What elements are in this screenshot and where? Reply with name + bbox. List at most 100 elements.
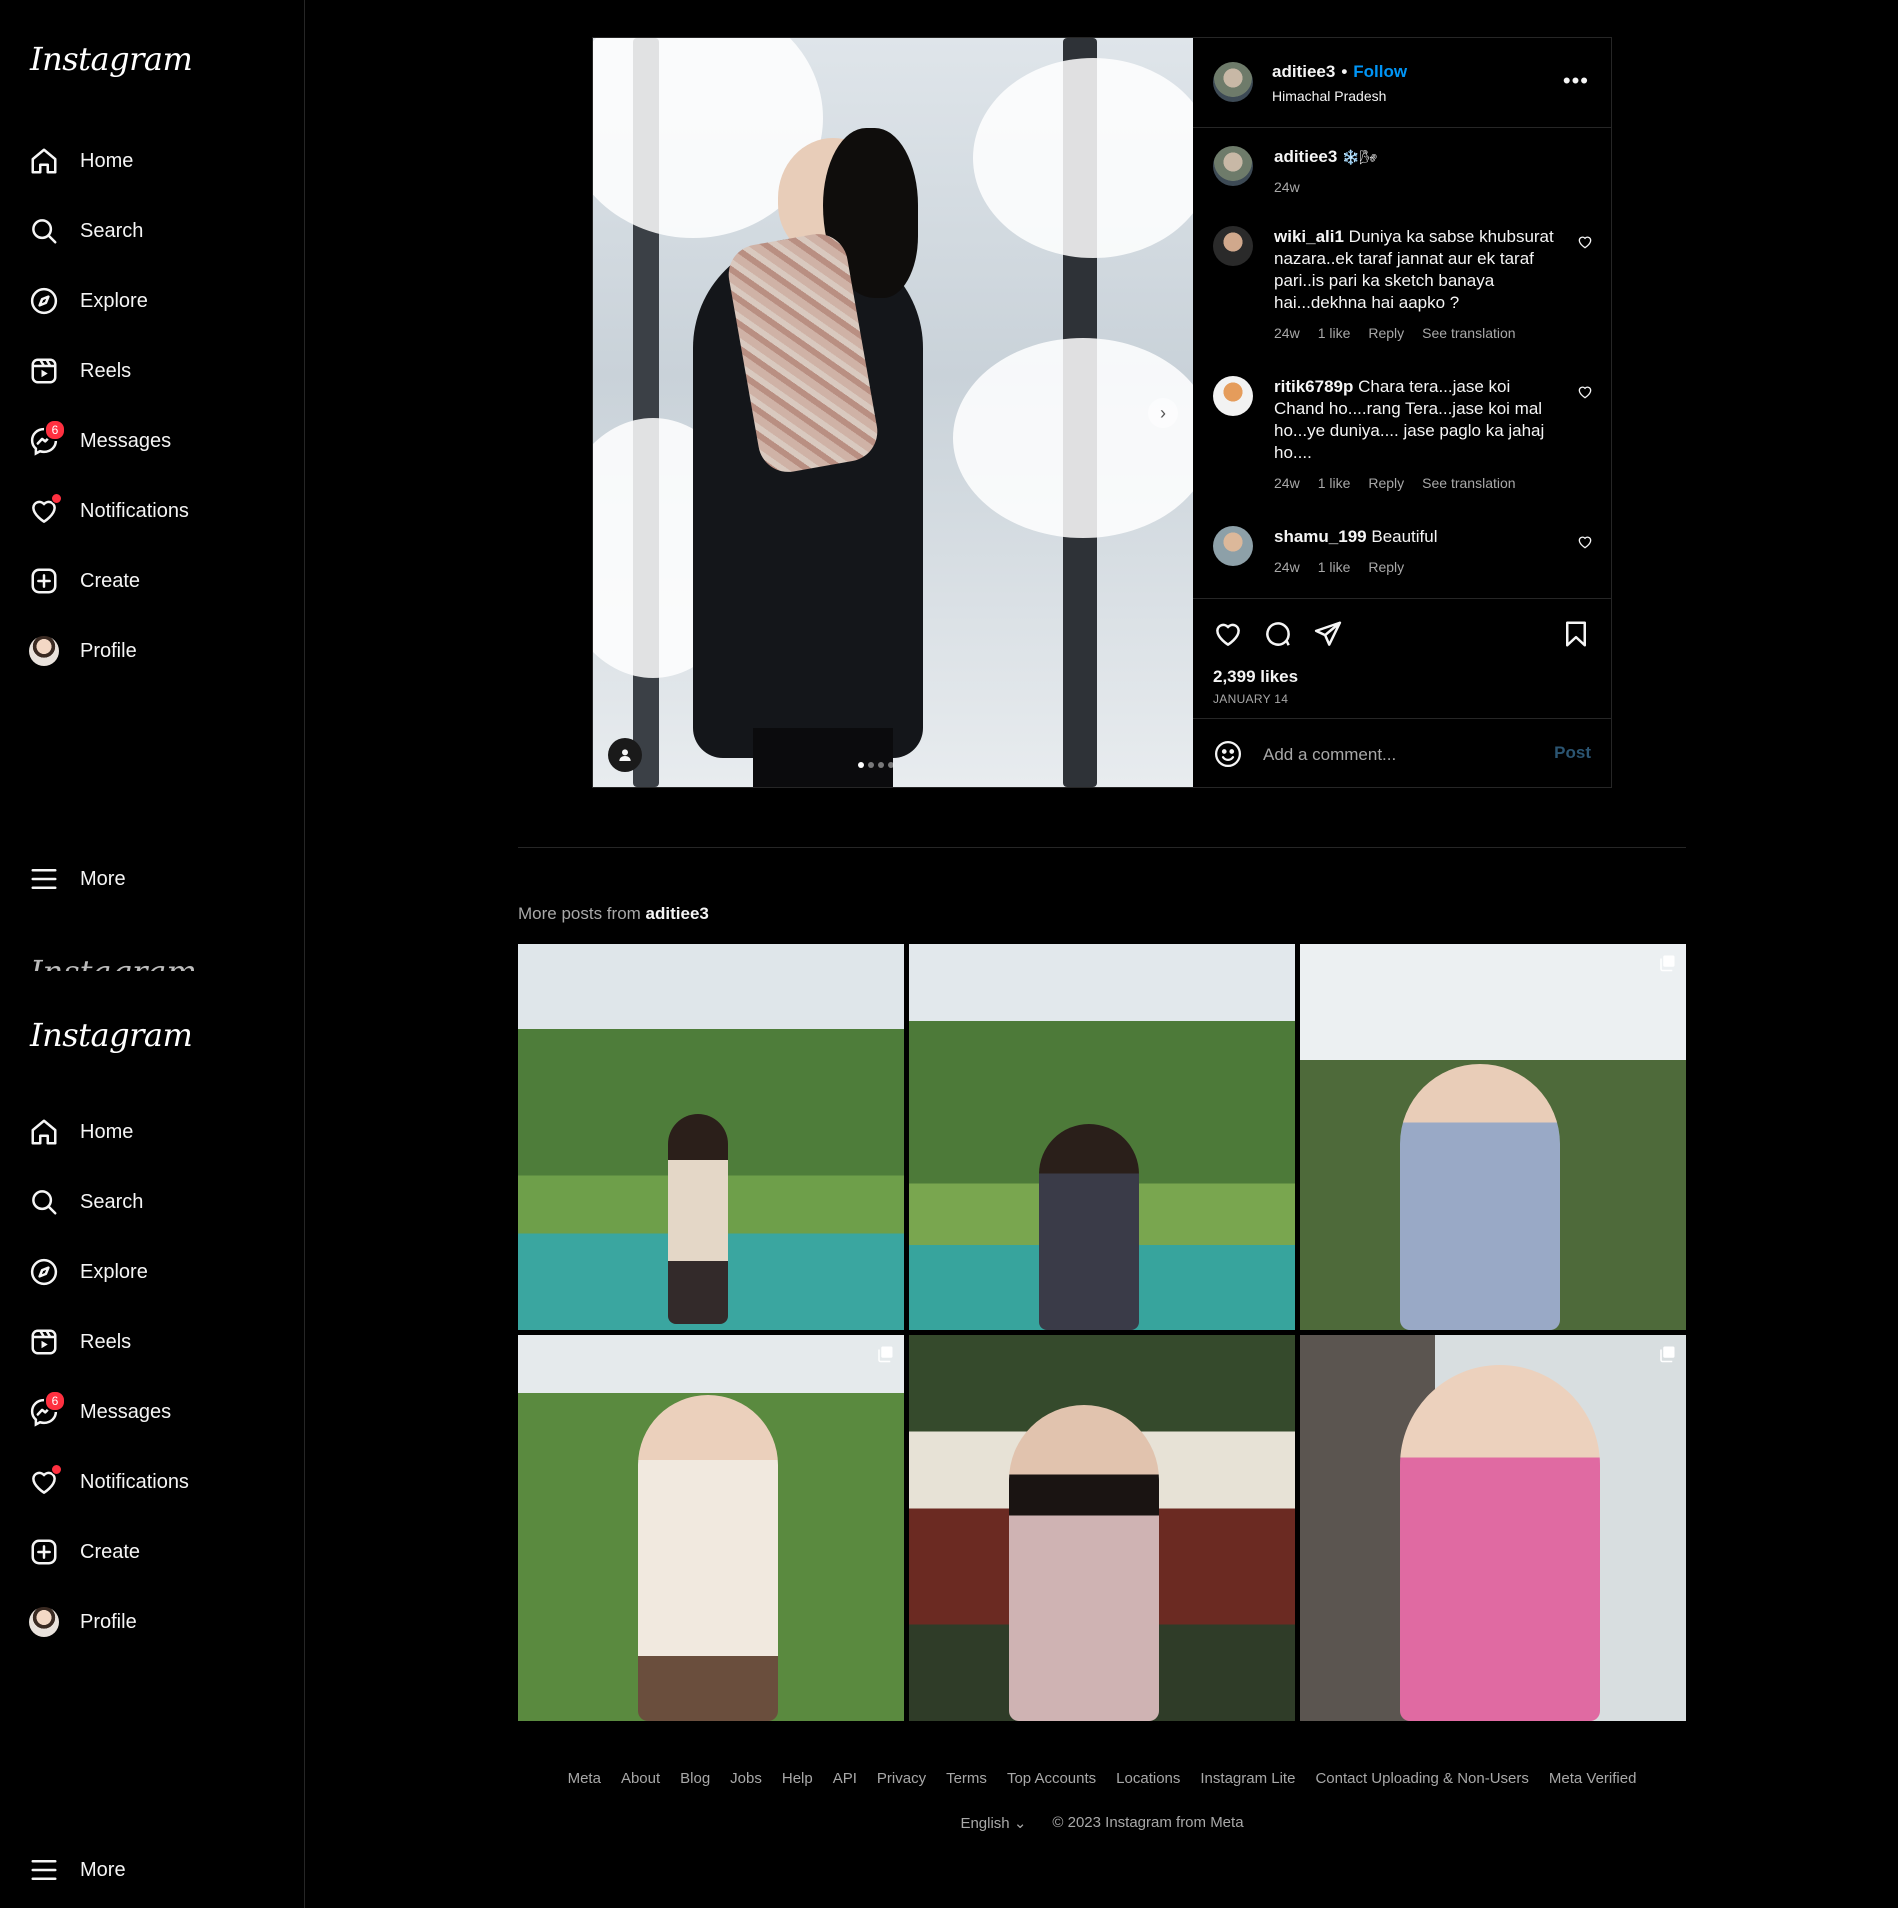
post-card: › aditiee3 • Follow Himachal Pradesh ••• a…: [592, 37, 1612, 788]
sidebar-item-search[interactable]: Search: [28, 1179, 143, 1225]
see-translation-button[interactable]: See translation: [1422, 322, 1515, 344]
comment-username[interactable]: ritik6789p: [1274, 377, 1353, 396]
commenter-avatar[interactable]: [1213, 526, 1253, 566]
footer-link[interactable]: Meta Verified: [1549, 1770, 1637, 1787]
more-options-icon[interactable]: •••: [1563, 68, 1589, 94]
comment-composer: Post: [1193, 718, 1611, 788]
comment-icon[interactable]: [1263, 619, 1293, 649]
comment-like-icon[interactable]: [1577, 384, 1593, 400]
footer-link[interactable]: Terms: [946, 1770, 987, 1787]
heart-icon: [28, 1464, 62, 1498]
sidebar-item-label: Explore: [80, 289, 148, 312]
comment-likes[interactable]: 1 like: [1318, 556, 1351, 578]
sidebar-item-messages[interactable]: 6 Messages: [28, 1389, 171, 1435]
footer-link[interactable]: Meta: [568, 1770, 601, 1787]
sidebar-item-profile[interactable]: Profile: [28, 628, 137, 674]
sidebar-item-explore[interactable]: Explore: [28, 278, 148, 324]
footer-link[interactable]: About: [621, 1770, 660, 1787]
location-link[interactable]: Himachal Pradesh: [1272, 88, 1386, 104]
sidebar-item-messages[interactable]: 6 Messages: [28, 418, 171, 464]
multiple-posts-icon: [1660, 955, 1675, 972]
footer-link[interactable]: Privacy: [877, 1770, 926, 1787]
sidebar-item-home[interactable]: Home: [28, 1109, 133, 1155]
sidebar-duplicate: Instagram Home Search Explore Reels 6 Me…: [0, 971, 305, 1908]
profile-avatar: [28, 635, 60, 667]
footer-link[interactable]: Top Accounts: [1007, 1770, 1096, 1787]
heart-icon: [28, 493, 62, 527]
sidebar-item-notifications[interactable]: Notifications: [28, 1459, 189, 1505]
more-posts-title: More posts from aditiee3: [518, 904, 709, 924]
comment-username[interactable]: wiki_ali1: [1274, 227, 1344, 246]
footer-link[interactable]: API: [833, 1770, 857, 1787]
sidebar-item-more[interactable]: More: [28, 1847, 126, 1893]
follow-button[interactable]: Follow: [1353, 62, 1407, 81]
commenter-avatar[interactable]: [1213, 376, 1253, 416]
author-line: aditiee3 • Follow: [1272, 62, 1407, 82]
sidebar-item-search[interactable]: Search: [28, 208, 143, 254]
comments-list: aditiee3 ❄️🌬 24w wiki_ali1 Duniya ka sab…: [1193, 128, 1611, 598]
like-icon[interactable]: [1213, 619, 1243, 649]
caption-username[interactable]: aditiee3: [1274, 147, 1337, 166]
sidebar-item-reels[interactable]: Reels: [28, 348, 131, 394]
footer-link[interactable]: Blog: [680, 1770, 710, 1787]
sidebar-item-label: Create: [80, 569, 141, 592]
language-selector[interactable]: English ⌄: [960, 1814, 1026, 1832]
reply-button[interactable]: Reply: [1368, 472, 1404, 494]
footer-link[interactable]: Instagram Lite: [1200, 1770, 1295, 1787]
sidebar-item-notifications[interactable]: Notifications: [28, 488, 189, 534]
instagram-logo-partial: Instagram: [30, 953, 197, 971]
comment-likes[interactable]: 1 like: [1318, 322, 1351, 344]
post-thumbnail[interactable]: [518, 1335, 904, 1721]
comment-likes[interactable]: 1 like: [1318, 472, 1351, 494]
home-icon: [28, 145, 60, 177]
user-tag-icon[interactable]: [608, 738, 642, 772]
comment-time: 24w: [1274, 559, 1300, 575]
carousel-dot: [868, 762, 874, 768]
sidebar-item-create[interactable]: Create: [28, 558, 140, 604]
comment-input[interactable]: [1261, 737, 1535, 773]
post-thumbnail[interactable]: [1300, 1335, 1686, 1721]
reply-button[interactable]: Reply: [1368, 322, 1404, 344]
reply-button[interactable]: Reply: [1368, 556, 1404, 578]
sidebar-item-profile[interactable]: Profile: [28, 1599, 137, 1645]
carousel-dot: [858, 762, 864, 768]
instagram-logo[interactable]: Instagram: [30, 1016, 193, 1054]
footer-link[interactable]: Jobs: [730, 1770, 762, 1787]
post-thumbnail[interactable]: [1300, 944, 1686, 1330]
messages-badge: 6: [44, 1390, 66, 1412]
author-avatar[interactable]: [1213, 62, 1253, 102]
footer-link[interactable]: Help: [782, 1770, 813, 1787]
sidebar-item-label: Search: [80, 1190, 144, 1213]
next-arrow-icon[interactable]: ›: [1148, 398, 1178, 428]
snow-branch: [953, 338, 1193, 538]
post-comment-button[interactable]: Post: [1554, 743, 1591, 763]
author-avatar[interactable]: [1213, 146, 1253, 186]
post-thumbnail[interactable]: [909, 944, 1295, 1330]
reels-icon: [28, 355, 60, 387]
post-image[interactable]: ›: [593, 38, 1193, 787]
sidebar-item-home[interactable]: Home: [28, 138, 133, 184]
sidebar-item-label: Messages: [80, 1400, 172, 1423]
footer-link[interactable]: Locations: [1116, 1770, 1180, 1787]
post-thumbnail[interactable]: [518, 944, 904, 1330]
sidebar-item-more[interactable]: More: [28, 856, 126, 902]
comment-username[interactable]: shamu_199: [1274, 527, 1367, 546]
post-thumbnail[interactable]: [909, 1335, 1295, 1721]
sidebar-item-reels[interactable]: Reels: [28, 1319, 131, 1365]
commenter-avatar[interactable]: [1213, 226, 1253, 266]
comment-like-icon[interactable]: [1577, 234, 1593, 250]
likes-count[interactable]: 2,399 likes: [1213, 667, 1298, 687]
sidebar-item-label: Search: [80, 219, 144, 242]
bookmark-icon[interactable]: [1561, 619, 1591, 649]
post-header: aditiee3 • Follow Himachal Pradesh •••: [1193, 38, 1611, 128]
sidebar-item-create[interactable]: Create: [28, 1529, 140, 1575]
see-translation-button[interactable]: See translation: [1422, 472, 1515, 494]
sidebar-item-explore[interactable]: Explore: [28, 1249, 148, 1295]
footer-link[interactable]: Contact Uploading & Non-Users: [1315, 1770, 1528, 1787]
emoji-icon[interactable]: [1213, 739, 1243, 769]
comment-like-icon[interactable]: [1577, 534, 1593, 550]
share-icon[interactable]: [1313, 619, 1343, 649]
instagram-logo[interactable]: Instagram: [30, 40, 193, 78]
author-username[interactable]: aditiee3: [1272, 62, 1335, 81]
more-posts-username[interactable]: aditiee3: [646, 904, 709, 923]
